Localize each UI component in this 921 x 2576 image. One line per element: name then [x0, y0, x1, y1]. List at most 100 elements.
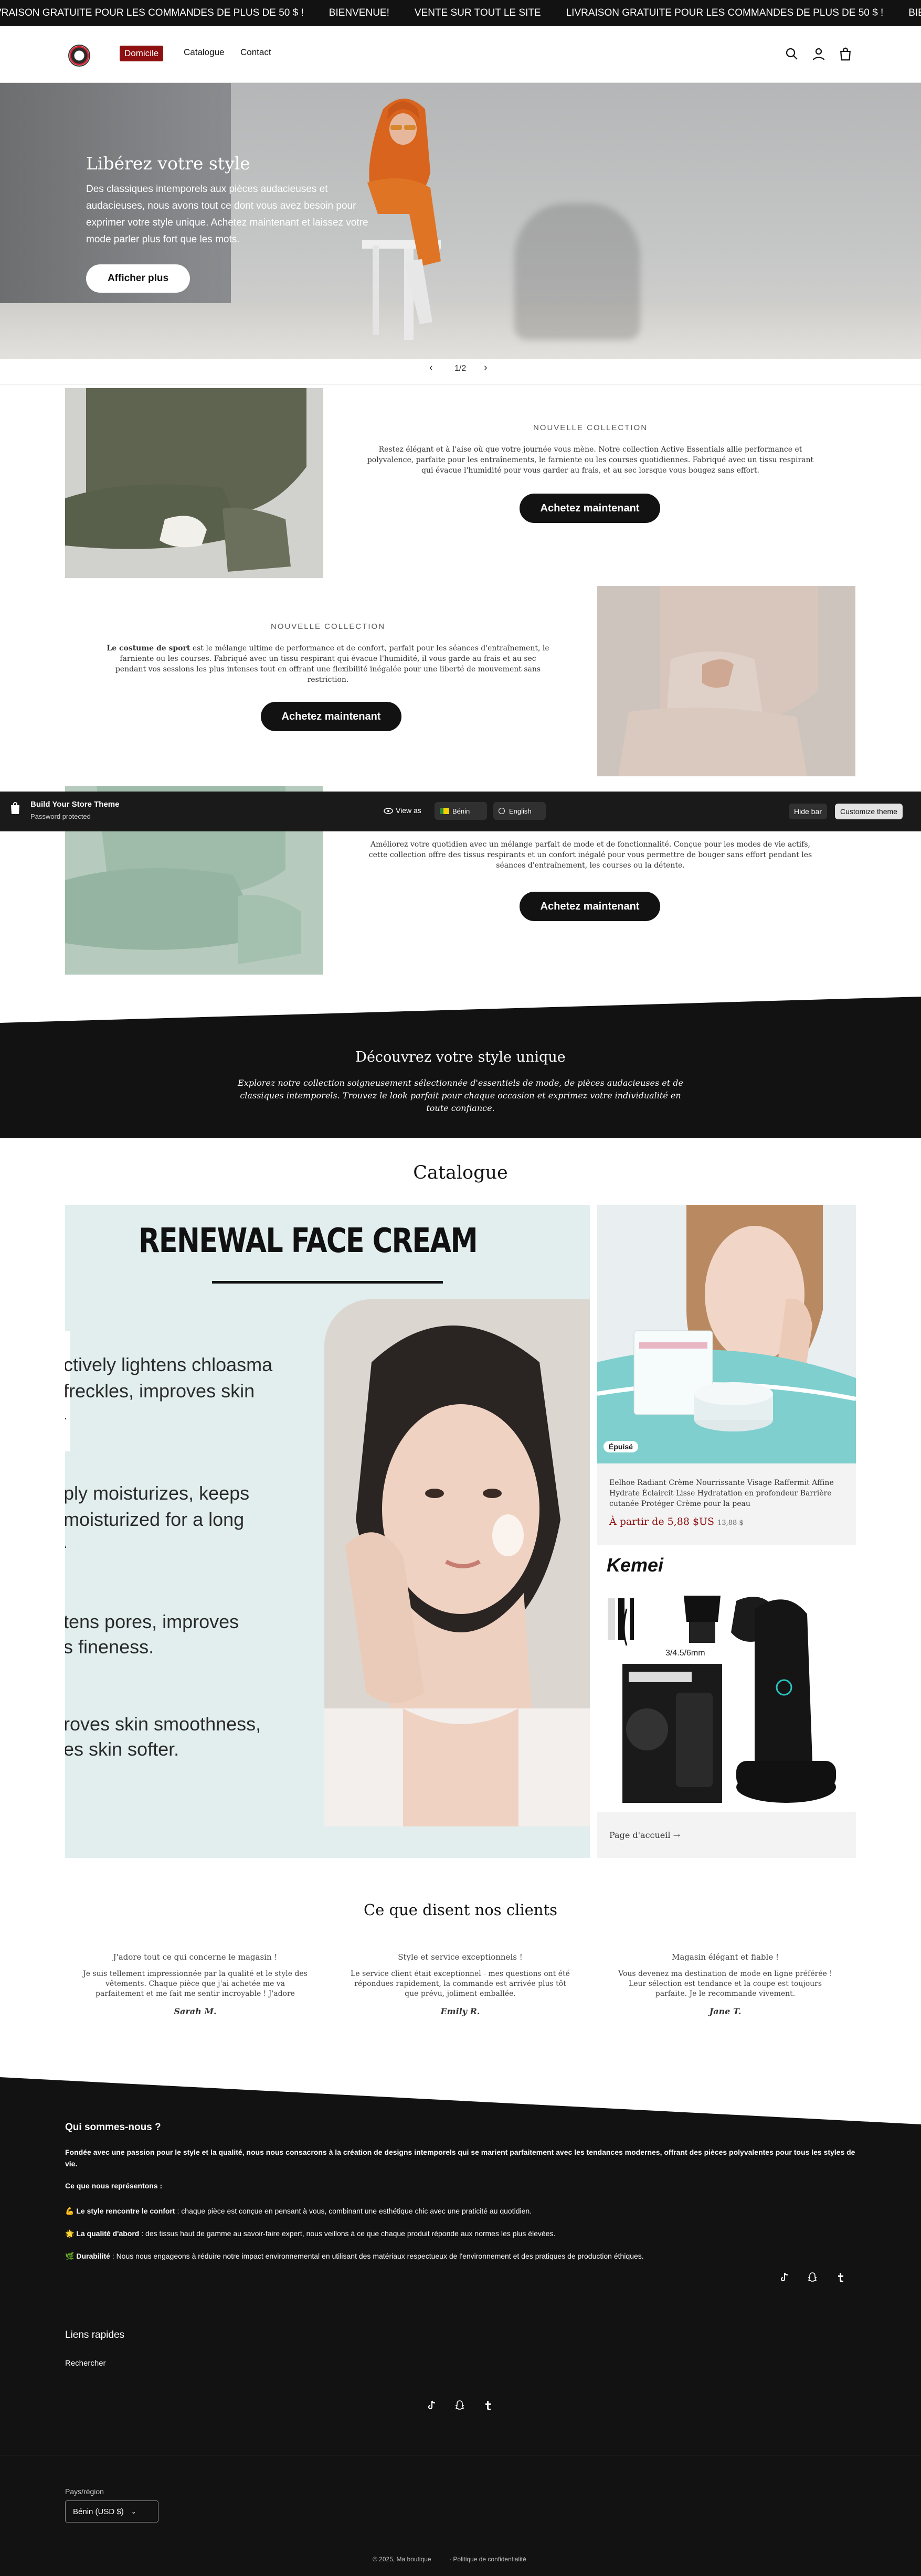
customize-theme-button[interactable]: Customize theme — [835, 804, 903, 819]
privacy-link-wrap: · Politique de confidentialité — [449, 2553, 526, 2565]
feature-line: freckles, improves skin — [65, 1380, 255, 1402]
announcement-item: VRAISON GRATUITE POUR LES COMMANDES DE P… — [0, 7, 304, 18]
account-icon[interactable] — [811, 46, 827, 62]
feature-underline — [212, 1281, 443, 1284]
region-label: Pays/région — [65, 2487, 104, 2496]
testimonial-heading: J'adore tout ce qui concerne le magasin … — [113, 1952, 278, 1962]
testimonial-body: Je suis tellement impressionnée par la q… — [83, 1970, 308, 1998]
product-card[interactable]: Épuisé Eelhoe Radiant Crème Nourrissante… — [597, 1205, 856, 1545]
nav-link-catalogue[interactable]: Catalogue — [184, 47, 225, 58]
privacy-policy-link[interactable]: Politique de confidentialité — [453, 2556, 526, 2563]
product-title[interactable]: Eelhoe Radiant Crème Nourrissante Visage… — [609, 1478, 845, 1509]
feature-line: s fineness. — [65, 1636, 154, 1658]
flag-icon — [440, 808, 449, 814]
tumblr-icon[interactable] — [834, 2271, 847, 2284]
language-selector[interactable]: English — [493, 802, 546, 820]
cart-icon[interactable] — [838, 46, 853, 62]
feature-line: ctively lightens chloasma — [65, 1354, 273, 1375]
copyright: © 2025, Ma boutique — [373, 2556, 431, 2563]
tiktok-icon[interactable] — [425, 2399, 438, 2412]
feature-line: roves skin smoothness, — [65, 1713, 261, 1735]
slider-counter: 1/2 — [454, 364, 467, 373]
value-emoji: 🌟 — [65, 2229, 75, 2238]
testimonial-heading: Style et service exceptionnels ! — [398, 1952, 523, 1962]
product-price: À partir de 5,88 $US 13,88 $ — [609, 1516, 744, 1527]
testimonial-card: J'adore tout ce qui concerne le magasin … — [82, 1952, 308, 2016]
store-logo[interactable] — [68, 45, 90, 67]
product-card[interactable]: Kemei 3/4.5/6mm Page d'accueil → — [597, 1551, 856, 1858]
product-image: Kemei 3/4.5/6mm — [597, 1551, 856, 1812]
catalogue-title: Catalogue — [413, 1162, 508, 1183]
homepage-link[interactable]: Page d'accueil → — [609, 1830, 680, 1840]
represent-title: Ce que nous représentons : — [65, 2182, 163, 2190]
chevron-down-icon: ⌄ — [131, 2508, 136, 2515]
region-selector[interactable]: Bénin (USD $) ⌄ — [65, 2500, 158, 2522]
hero-button[interactable]: Afficher plus — [86, 264, 190, 293]
language-value: English — [509, 807, 532, 815]
testimonial-card: Style et service exceptionnels ! Le serv… — [347, 1952, 573, 2016]
section-slant — [0, 997, 921, 1023]
hero-shadow — [514, 204, 640, 340]
sold-out-badge: Épuisé — [604, 1441, 638, 1452]
price-current: À partir de 5,88 $US — [609, 1516, 715, 1527]
discover-text: Explorez notre collection soigneusement … — [238, 1078, 683, 1113]
value-title: Le style rencontre le confort — [76, 2207, 175, 2215]
snapchat-icon[interactable] — [453, 2399, 466, 2412]
snapchat-icon[interactable] — [806, 2271, 819, 2284]
feature-line: tens pores, improves — [65, 1611, 239, 1632]
collection-label: NOUVELLE COLLECTION — [270, 622, 386, 631]
featured-product-image[interactable]: RENEWAL FACE CREAM ctively lightens chlo… — [65, 1205, 590, 1858]
shop-now-button[interactable]: Achetez maintenant — [520, 892, 660, 921]
nav-link-domicile[interactable]: Domicile — [120, 46, 164, 61]
theme-preview-bar: Build Your Store Theme Password protecte… — [0, 792, 921, 831]
announcement-item: VENTE SUR TOUT LE SITE — [414, 7, 541, 18]
shop-now-button[interactable]: Achetez maintenant — [520, 494, 660, 523]
collection-image-beige — [597, 586, 855, 776]
quick-links-title: Liens rapides — [65, 2329, 125, 2340]
announcement-item: BIENVENUE! — [329, 7, 389, 18]
country-value: Bénin — [452, 807, 470, 815]
feature-line: ply moisturizes, keeps — [65, 1482, 250, 1504]
site-header: Domicile Catalogue Contact — [0, 26, 921, 83]
hero-banner: Libérez votre style Des classiques intem… — [0, 83, 921, 359]
value-item: 💪 Le style rencontre le confort : chaque… — [65, 2205, 532, 2217]
divider — [0, 384, 921, 385]
search-icon[interactable] — [784, 46, 800, 62]
announcement-item: LIVRAISON GRATUITE POUR LES COMMANDES DE… — [566, 7, 884, 18]
about-title: Qui sommes-nous ? — [65, 2122, 161, 2133]
feature-line: . — [65, 1530, 67, 1556]
country-selector[interactable]: Bénin — [435, 802, 487, 820]
shopify-bag-icon — [11, 802, 19, 814]
hero-title: Libérez votre style — [86, 153, 250, 174]
tiktok-icon[interactable] — [778, 2271, 790, 2284]
collection-text: Restez élégant et à l'aise où que votre … — [367, 445, 814, 475]
value-item: 🌟 La qualité d'abord : des tissus haut d… — [65, 2228, 555, 2239]
slider-next-button[interactable]: › — [484, 362, 488, 374]
collection-text: Améliorez votre quotidien avec un mélang… — [368, 840, 812, 870]
shop-now-button[interactable]: Achetez maintenant — [261, 702, 401, 731]
slider-prev-button[interactable]: ‹ — [429, 362, 433, 374]
nav-link-contact[interactable]: Contact — [240, 47, 271, 58]
hide-bar-button[interactable]: Hide bar — [789, 804, 827, 819]
testimonial-body: Le service client était exceptionnel - m… — [351, 1970, 570, 1998]
region-value: Bénin (USD $) — [73, 2507, 124, 2516]
section-slant — [0, 2077, 921, 2124]
tumblr-icon[interactable] — [482, 2399, 494, 2412]
testimonial-card: Magasin élégant et fiable ! Vous devenez… — [612, 1952, 838, 2016]
about-intro: Fondée avec une passion pour le style et… — [65, 2148, 855, 2168]
value-item: 🌿 Durabilité : Nous nous engageons à réd… — [65, 2250, 644, 2262]
feature-line: . — [65, 1402, 67, 1428]
collection-image-olive — [65, 388, 323, 578]
theme-title: Build Your Store Theme — [30, 800, 120, 809]
quick-link-search[interactable]: Rechercher — [65, 2358, 106, 2369]
testimonial-author: Emily R. — [440, 2006, 480, 2016]
feature-line: es skin softer. — [65, 1738, 179, 1760]
discover-title: Découvrez votre style unique — [355, 1049, 566, 1065]
testimonial-author: Jane T. — [709, 2006, 742, 2016]
value-text: : Nous nous engageons à réduire notre im… — [110, 2252, 644, 2260]
price-compare: 13,88 $ — [717, 1519, 744, 1527]
discover-section — [0, 997, 921, 1138]
feature-heading: RENEWAL FACE CREAM — [139, 1222, 478, 1260]
value-emoji: 🌿 — [65, 2252, 75, 2260]
collection-label: NOUVELLE COLLECTION — [533, 423, 648, 432]
